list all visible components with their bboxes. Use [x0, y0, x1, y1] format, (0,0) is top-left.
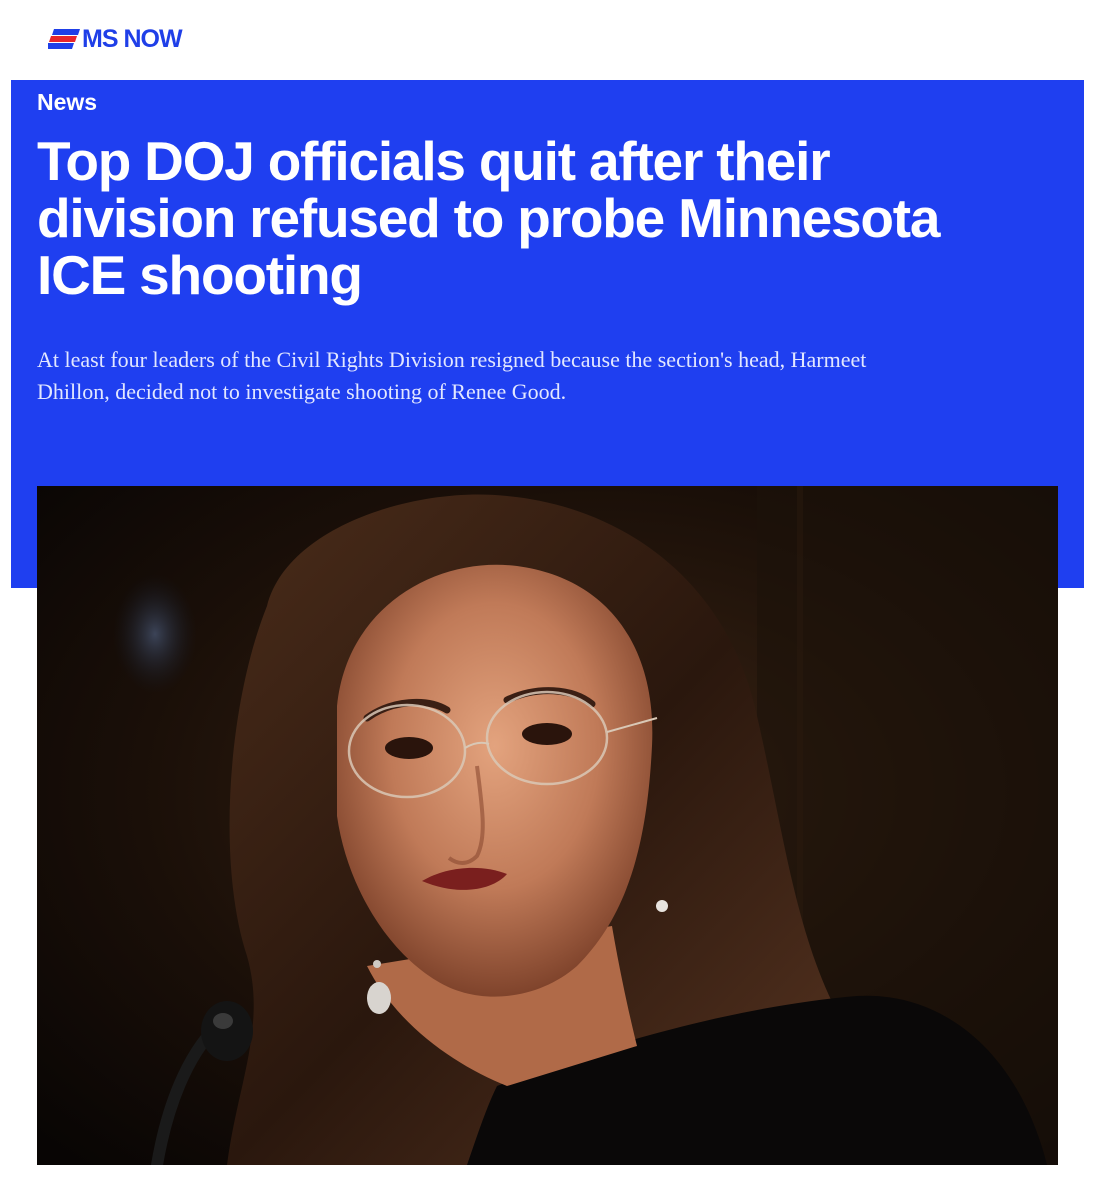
flag-logo-icon	[48, 29, 80, 49]
portrait-photo-icon	[37, 486, 1058, 1165]
logo-text: MS NOW	[82, 24, 183, 53]
section-kicker-link[interactable]: News	[37, 89, 97, 116]
article-headline: Top DOJ officials quit after their divis…	[37, 130, 940, 306]
site-logo[interactable]: MS NOW	[48, 24, 183, 54]
article-dek: At least four leaders of the Civil Right…	[37, 347, 867, 404]
article-photo	[37, 486, 1058, 1165]
site-header: MS NOW	[0, 0, 1095, 78]
